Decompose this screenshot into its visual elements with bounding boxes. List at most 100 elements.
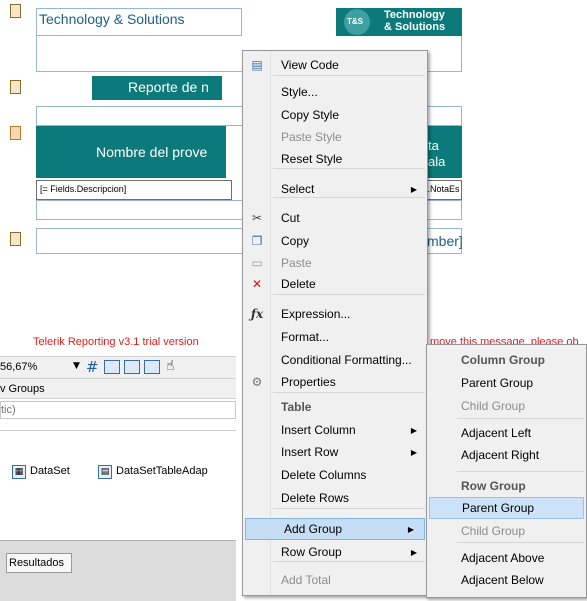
context-menu-item[interactable]: ✂ Cut: [243, 207, 427, 229]
submenu-item[interactable]: Adjacent Left: [427, 422, 586, 444]
context-menu-item-label: Copy Style: [281, 108, 340, 122]
submenu-item[interactable]: Adjacent Below: [427, 569, 586, 591]
context-menu-item-label: Properties: [281, 375, 336, 389]
context-menu-item-label: Conditional Formatting...: [281, 353, 412, 367]
groups-panel-header: v Groups: [0, 379, 236, 399]
header-text: Technology & Solutions: [39, 11, 185, 27]
dimensions-icon[interactable]: [144, 360, 160, 374]
code-icon: ▤: [251, 58, 263, 72]
dataset-label[interactable]: DataSet: [30, 465, 70, 477]
column-header-right-1: ta: [428, 138, 439, 153]
company-logo[interactable]: T&S Technology & Solutions: [336, 8, 462, 36]
menu-separator: [273, 294, 425, 295]
snap-lines-icon[interactable]: [124, 360, 140, 374]
pan-hand-icon[interactable]: ☝: [166, 358, 175, 374]
context-menu-item[interactable]: Conditional Formatting...: [243, 349, 427, 371]
context-menu-item-label: Select: [281, 182, 315, 196]
context-menu-item-label: Add Group: [284, 522, 343, 536]
context-menu-item[interactable]: Add Group ▶: [245, 518, 425, 540]
context-menu-item[interactable]: Style...: [243, 81, 427, 103]
logo-text-line1: Technology: [384, 9, 445, 21]
submenu-item-label: Row Group: [461, 479, 526, 493]
context-menu-item-label: View Code: [281, 58, 339, 72]
submenu-item[interactable]: Parent Group: [427, 372, 586, 394]
copy-icon: ❐: [251, 234, 263, 248]
context-menu-item[interactable]: ❐ Copy: [243, 230, 427, 252]
submenu-arrow-icon: ▶: [410, 547, 417, 557]
submenu-item-label: Adjacent Right: [461, 448, 540, 462]
groups-sub-label: tic): [1, 404, 16, 416]
paste-icon: ▭: [251, 256, 263, 270]
context-menu-item-label: Delete Rows: [281, 491, 350, 505]
context-menu-item[interactable]: Delete Rows: [243, 487, 427, 509]
menu-separator: [273, 197, 425, 198]
table-adapter-icon[interactable]: ▤: [98, 465, 112, 479]
detail-band-icon[interactable]: [10, 126, 21, 140]
context-menu-item: Paste Style: [243, 126, 427, 148]
grid-icon[interactable]: #: [86, 358, 99, 376]
context-menu-item-label: Table: [281, 400, 312, 414]
context-menu-item[interactable]: ƒx Expression...: [243, 303, 427, 325]
submenu-item-label: Child Group: [461, 399, 526, 413]
zoom-dropdown-icon[interactable]: ▼: [73, 361, 80, 371]
submenu-item: Child Group: [427, 520, 586, 542]
page-header-band-icon[interactable]: [10, 4, 21, 18]
context-menu-item-label: Style...: [281, 85, 318, 99]
results-tab[interactable]: Resultados: [6, 553, 72, 573]
submenu-arrow-icon: ▶: [410, 184, 417, 194]
menu-separator: [273, 75, 425, 76]
report-title-textbox[interactable]: Reporte de n: [92, 76, 222, 100]
context-menu-item-label: Row Group: [281, 545, 342, 559]
context-menu-item[interactable]: Insert Column ▶: [243, 419, 427, 441]
trial-message-left: Telerik Reporting v3.1 trial version: [33, 336, 199, 348]
context-menu-item-label: Reset Style: [281, 152, 343, 166]
header-textbox[interactable]: Technology & Solutions: [36, 8, 242, 36]
context-menu-item-label: Expression...: [281, 307, 351, 321]
context-menu-item[interactable]: Row Group ▶: [243, 541, 427, 563]
context-menu-item-label: Paste Style: [281, 130, 342, 144]
context-menu-item-label: Copy: [281, 234, 310, 248]
field-descripcion-cell[interactable]: [= Fields.Descripcion]: [36, 180, 232, 200]
context-menu-item[interactable]: Copy Style: [243, 104, 427, 126]
context-menu-item[interactable]: Insert Row ▶: [243, 441, 427, 463]
context-menu-item-label: Add Total: [281, 573, 331, 587]
report-header-band-icon[interactable]: [10, 80, 21, 94]
snap-grid-icon[interactable]: [104, 360, 120, 374]
context-menu-item[interactable]: Format...: [243, 326, 427, 348]
logo-badge: T&S: [347, 17, 363, 26]
report-title: Reporte de n: [128, 79, 209, 95]
submenu-item-label: Parent Group: [461, 376, 534, 390]
menu-separator: [457, 542, 584, 543]
context-menu-item[interactable]: ⚙ Properties: [243, 371, 427, 393]
submenu-item[interactable]: Adjacent Right: [427, 444, 586, 466]
menu-separator: [457, 471, 584, 472]
designer-toolbar: 56,67% ▼ # ☝: [0, 356, 236, 378]
scissors-icon: ✂: [251, 211, 263, 225]
menu-separator: [273, 168, 425, 169]
table-adapter-label[interactable]: DataSetTableAdap: [116, 465, 208, 477]
submenu-item: Row Group: [427, 475, 586, 497]
context-menu-item[interactable]: ✕ Delete: [243, 273, 427, 295]
submenu-item-label: Child Group: [461, 524, 526, 538]
table-header-cell[interactable]: Nombre del prove: [36, 126, 226, 178]
context-menu-item[interactable]: Reset Style: [243, 148, 427, 170]
groups-list[interactable]: tic): [0, 401, 236, 419]
submenu-item: Column Group: [427, 349, 586, 371]
context-menu-item: Table: [243, 396, 427, 418]
submenu-item-label: Adjacent Above: [461, 551, 545, 565]
context-menu-item-label: Insert Column: [281, 423, 356, 437]
fx-icon: ƒx: [250, 307, 264, 321]
submenu-item-label: Column Group: [461, 353, 545, 367]
submenu-item-label: Adjacent Below: [461, 573, 544, 587]
submenu-item[interactable]: Adjacent Above: [427, 547, 586, 569]
delete-icon: ✕: [251, 277, 263, 291]
context-menu-item[interactable]: ▤ View Code: [243, 54, 427, 76]
context-menu-item[interactable]: Delete Columns: [243, 464, 427, 486]
add-group-submenu: Column Group Parent Group Child Group Adjac…: [426, 344, 587, 598]
page-footer-band-icon[interactable]: [10, 232, 21, 246]
submenu-item[interactable]: Parent Group: [429, 497, 584, 519]
submenu-arrow-icon: ▶: [410, 447, 417, 457]
menu-separator: [273, 392, 425, 393]
dataset-icon[interactable]: ▦: [12, 465, 26, 479]
zoom-value[interactable]: 56,67%: [0, 361, 37, 373]
